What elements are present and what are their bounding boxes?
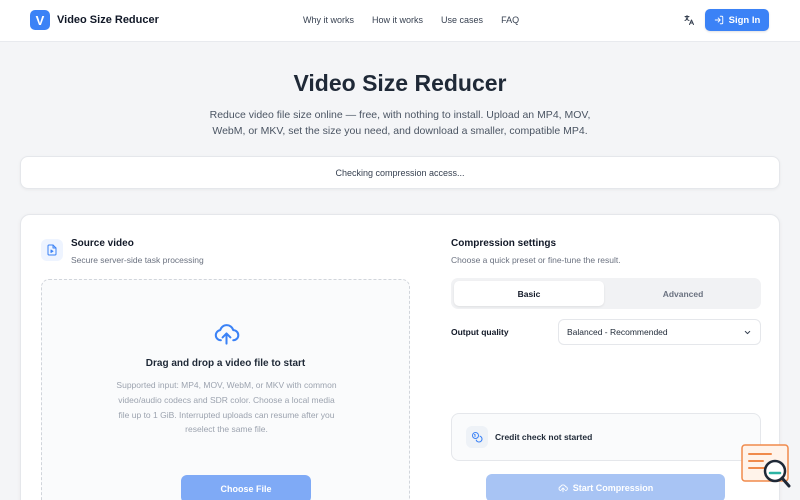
main-nav: Why it works How it works Use cases FAQ <box>303 15 537 25</box>
brand-logo-icon: V <box>30 10 50 30</box>
start-compression-label: Start Compression <box>572 483 654 493</box>
start-compression-button[interactable]: Start Compression <box>486 474 725 500</box>
brand[interactable]: V Video Size Reducer <box>30 10 159 30</box>
source-subtitle: Secure server-side task processing <box>71 255 204 265</box>
tab-basic[interactable]: Basic <box>454 281 604 306</box>
top-navbar: V Video Size Reducer Why it works How it… <box>0 0 800 42</box>
source-title: Source video <box>71 238 134 249</box>
page-title: Video Size Reducer <box>293 70 507 96</box>
settings-tabs: Basic Advanced <box>451 278 761 309</box>
nav-link-how[interactable]: How it works <box>372 15 423 25</box>
output-quality-label: Output quality <box>451 327 509 337</box>
credit-status-panel: Credit check not started <box>451 413 761 461</box>
tab-advanced[interactable]: Advanced <box>608 281 758 306</box>
login-icon <box>714 15 723 25</box>
nav-link-why[interactable]: Why it works <box>303 15 354 25</box>
chevron-down-icon <box>744 330 751 335</box>
settings-title: Compression settings <box>451 238 557 249</box>
dropzone-help-text: Supported input: MP4, MOV, WebM, or MKV … <box>116 380 337 435</box>
output-quality-select[interactable]: Balanced - Recommended <box>558 319 761 345</box>
sign-in-button[interactable]: Sign In <box>705 9 769 31</box>
output-quality-value: Balanced - Recommended <box>567 327 668 337</box>
choose-file-button[interactable]: Choose File <box>181 475 311 500</box>
file-dropzone[interactable]: Drag and drop a video file to start Supp… <box>41 279 410 500</box>
video-file-icon <box>41 239 63 261</box>
access-status-banner: Checking compression access... <box>20 156 780 189</box>
cloud-upload-icon <box>558 484 568 493</box>
search-chat-icon[interactable] <box>741 444 791 490</box>
settings-subtitle: Choose a quick preset or fine-tune the r… <box>451 255 621 265</box>
compressor-card: Source video Secure server-side task pro… <box>20 214 780 500</box>
nav-link-faq[interactable]: FAQ <box>501 15 519 25</box>
page-subtitle: Reduce video file size online — free, wi… <box>209 109 591 137</box>
cloud-upload-icon <box>213 320 240 352</box>
access-status-text: Checking compression access... <box>335 167 465 178</box>
brand-name: Video Size Reducer <box>57 14 159 26</box>
sign-in-label: Sign In <box>728 14 761 26</box>
coins-icon <box>466 426 488 448</box>
dropzone-title: Drag and drop a video file to start <box>145 358 306 369</box>
translate-icon[interactable] <box>682 13 696 27</box>
credit-status-text: Credit check not started <box>495 432 593 442</box>
nav-link-use-cases[interactable]: Use cases <box>441 15 483 25</box>
